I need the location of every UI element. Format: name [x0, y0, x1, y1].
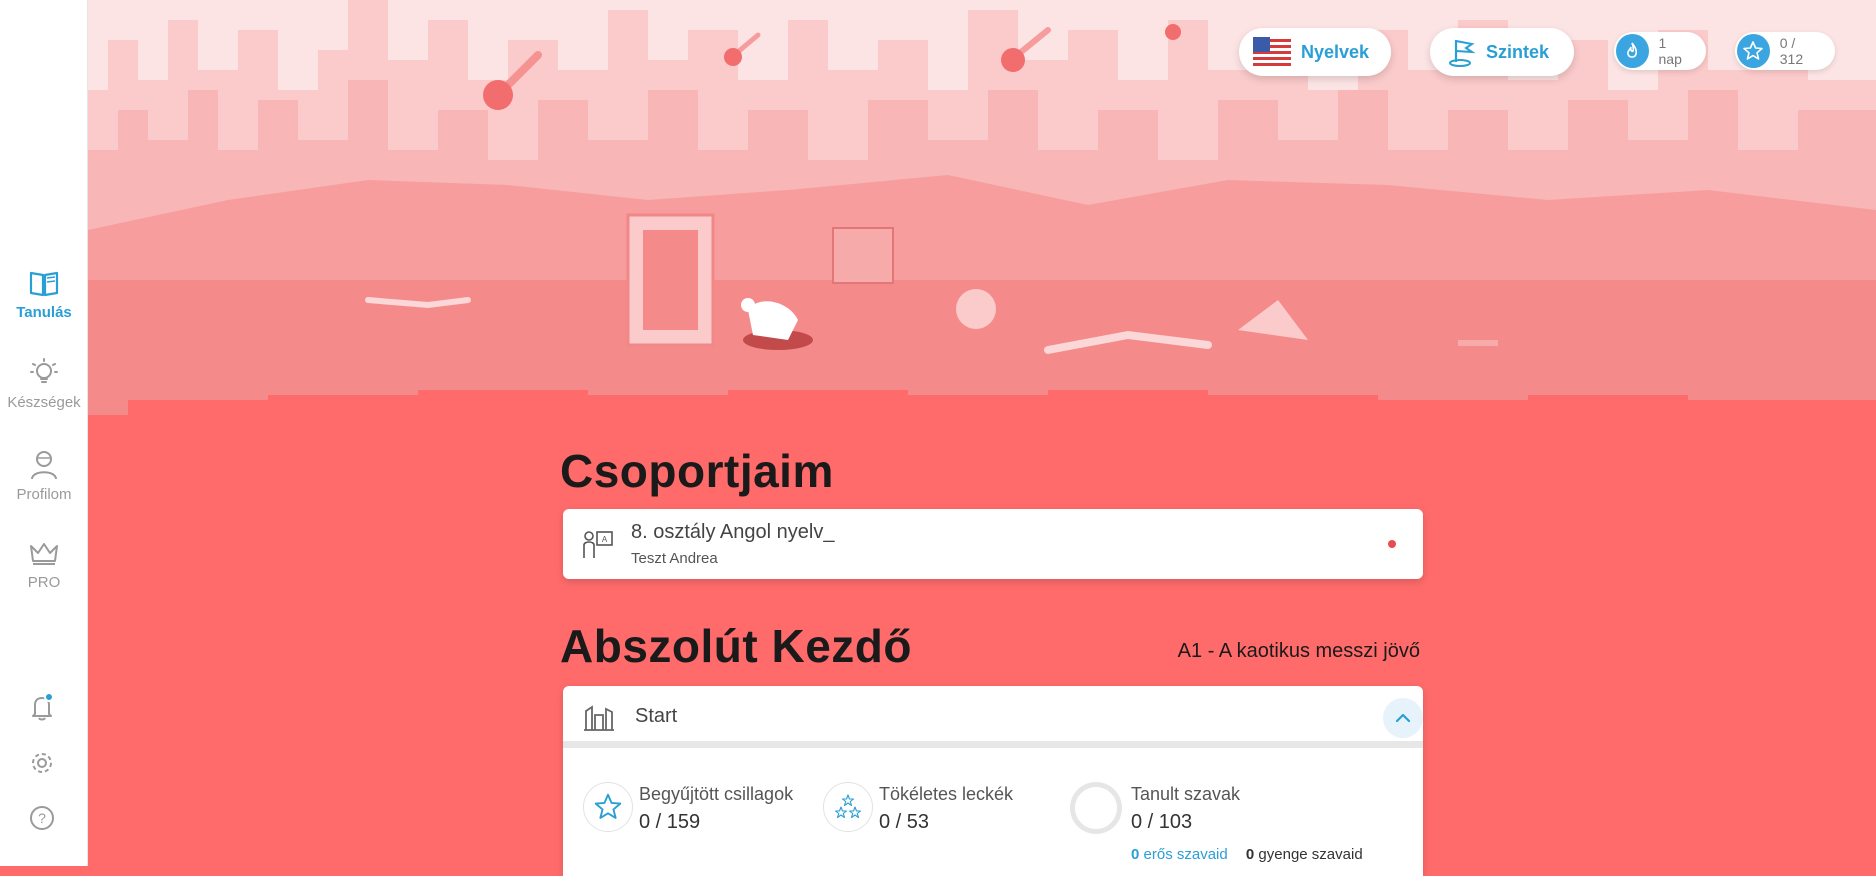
crown-icon: [30, 543, 58, 565]
star-icon: [1737, 34, 1770, 68]
help-icon: ?: [30, 806, 54, 830]
languages-label: Nyelvek: [1301, 41, 1370, 62]
hero-illustration: [88, 0, 1876, 435]
levels-label: Szintek: [1486, 41, 1550, 62]
star-stat-icon: [583, 782, 633, 832]
words-progress-ring: [1070, 782, 1122, 834]
sidebar-item-pro[interactable]: PRO: [0, 536, 88, 591]
group-teacher: Teszt Andrea: [631, 550, 718, 567]
city-icon: [584, 705, 614, 731]
stat-value: 0 / 159: [639, 811, 701, 833]
settings-button[interactable]: [27, 748, 57, 778]
book-icon: [29, 271, 59, 297]
unit-header[interactable]: Start: [563, 686, 1423, 748]
help-button[interactable]: ?: [27, 803, 57, 833]
sidebar: Tanulás Készségek Profilom PRO ?: [0, 0, 88, 866]
sidebar-item-label: Tanulás: [16, 304, 72, 321]
stat-label: Begyűjtött csillagok: [639, 784, 794, 804]
chevron-up-icon: [1395, 713, 1411, 723]
level-title[interactable]: A1 - A kaotikus messzi jövő: [1172, 640, 1420, 663]
notification-badge: [44, 692, 54, 702]
flame-icon: [1616, 34, 1649, 68]
notifications-button[interactable]: [27, 692, 57, 722]
course-heading: Abszolút Kezdő: [560, 620, 912, 672]
stat-label: Tanult szavak: [1131, 784, 1241, 804]
stat-value: 0 / 53: [879, 811, 930, 833]
word-strength-summary: 0 erős szavaid 0 gyenge szavaid: [1131, 846, 1363, 863]
user-icon: [31, 451, 57, 480]
group-card[interactable]: A 8. osztály Angol nyelv_ Teszt Andrea: [563, 509, 1423, 579]
stat-perfect-lessons: Tökéletes leckék 0 / 53: [879, 784, 1013, 834]
gear-icon: [32, 753, 52, 773]
collapse-button[interactable]: [1383, 698, 1423, 738]
sidebar-item-label: PRO: [27, 574, 61, 591]
us-flag-icon: [1253, 37, 1291, 67]
groups-heading: Csoportjaim: [560, 445, 834, 497]
streak-label: 1 nap: [1658, 35, 1682, 67]
strong-label: erős szavaid: [1143, 846, 1228, 863]
group-title: 8. osztály Angol nyelv_: [631, 521, 835, 543]
unit-title: Start: [635, 705, 678, 727]
stat-label: Tökéletes leckék: [879, 784, 1014, 804]
stars-label: 0 / 312: [1779, 35, 1804, 67]
stat-value: 0 / 103: [1131, 811, 1193, 833]
sidebar-item-keszsegek[interactable]: Készségek: [0, 356, 88, 411]
sidebar-item-tanulas[interactable]: Tanulás: [0, 266, 88, 321]
weak-label: gyenge szavaid: [1258, 846, 1363, 863]
flag-icon: [1449, 40, 1476, 67]
unit-card: Start Begyűjtött csillagok 0 / 159 Tökél…: [563, 686, 1423, 876]
weak-count: 0: [1245, 846, 1255, 863]
stat-collected-stars: Begyűjtött csillagok 0 / 159: [639, 784, 793, 834]
stat-learned-words: Tanult szavak 0 / 103: [1131, 784, 1240, 834]
sidebar-item-profilom[interactable]: Profilom: [0, 448, 88, 503]
sidebar-item-label: Készségek: [7, 394, 81, 411]
lightbulb-icon: [30, 358, 58, 383]
stars-counter[interactable]: 0 / 312: [1735, 32, 1835, 70]
strong-count: 0: [1131, 846, 1140, 863]
languages-button[interactable]: Nyelvek: [1239, 28, 1391, 76]
sidebar-item-label: Profilom: [16, 486, 72, 503]
streak-counter[interactable]: 1 nap: [1614, 32, 1706, 70]
unread-dot: [1388, 540, 1396, 548]
svg-text:?: ?: [38, 810, 46, 826]
svg-text:A: A: [602, 535, 608, 544]
classroom-icon: A: [583, 531, 613, 558]
three-stars-icon: [823, 782, 873, 832]
levels-button[interactable]: Szintek: [1430, 28, 1574, 76]
